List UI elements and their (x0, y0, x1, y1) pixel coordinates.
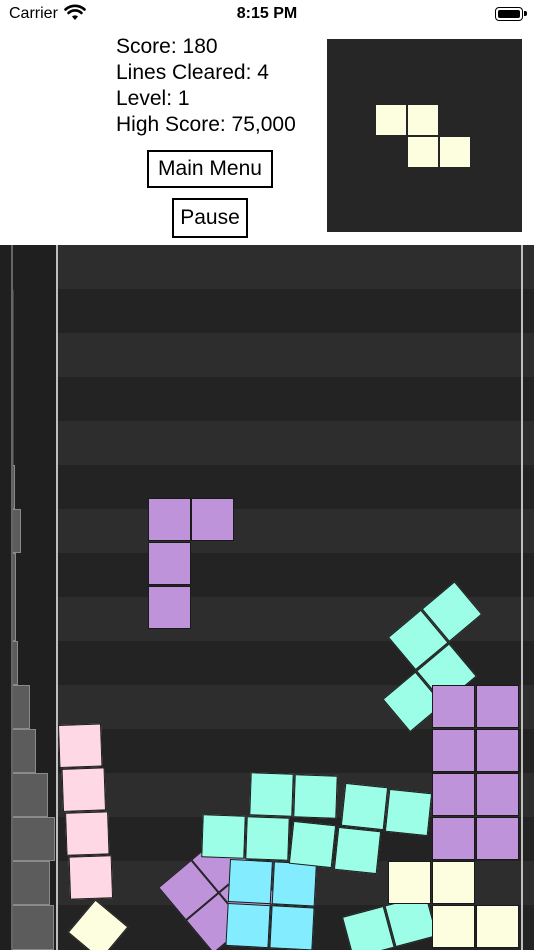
block (269, 905, 315, 950)
game-board[interactable] (0, 245, 534, 950)
block (476, 773, 519, 816)
block (225, 902, 271, 949)
settled-piece (58, 722, 154, 905)
next-piece-cell (407, 104, 439, 136)
height-indicator (0, 245, 57, 950)
block (148, 498, 191, 541)
battery-icon (495, 7, 527, 21)
block (68, 855, 114, 900)
block (288, 820, 337, 869)
block (271, 861, 317, 907)
block (432, 685, 475, 728)
block (58, 723, 103, 768)
lines-cleared-label: Lines Cleared: 4 (116, 61, 269, 84)
block (148, 586, 191, 629)
block (476, 905, 519, 948)
block (384, 788, 433, 837)
block (476, 729, 519, 772)
high-score-label: High Score: 75,000 (116, 113, 296, 136)
next-piece-cell (375, 104, 407, 136)
block (432, 905, 475, 948)
block (61, 767, 107, 812)
block (227, 859, 273, 905)
block (201, 814, 246, 859)
block (148, 542, 191, 585)
block (388, 861, 431, 904)
score-label: Score: 180 (116, 35, 218, 58)
clock: 8:15 PM (236, 5, 298, 22)
block (432, 861, 475, 904)
block (476, 685, 519, 728)
block (340, 782, 389, 831)
block (333, 826, 382, 875)
block (432, 729, 475, 772)
block (245, 816, 290, 861)
next-piece-cell (439, 136, 471, 168)
block (191, 498, 234, 541)
status-bar: Carrier 8:15 PM (0, 0, 534, 30)
block (249, 772, 294, 817)
block (432, 817, 475, 860)
main-menu-button[interactable]: Main Menu (147, 150, 273, 188)
stats-panel: Score: 180 Lines Cleared: 4 Level: 1 Hig… (116, 34, 296, 138)
pause-button[interactable]: Pause (172, 198, 248, 238)
block (432, 773, 475, 816)
block (65, 811, 110, 856)
next-piece-cell (407, 136, 439, 168)
block (293, 774, 338, 819)
next-piece-preview (327, 39, 522, 232)
block (476, 817, 519, 860)
level-label: Level: 1 (116, 87, 190, 110)
